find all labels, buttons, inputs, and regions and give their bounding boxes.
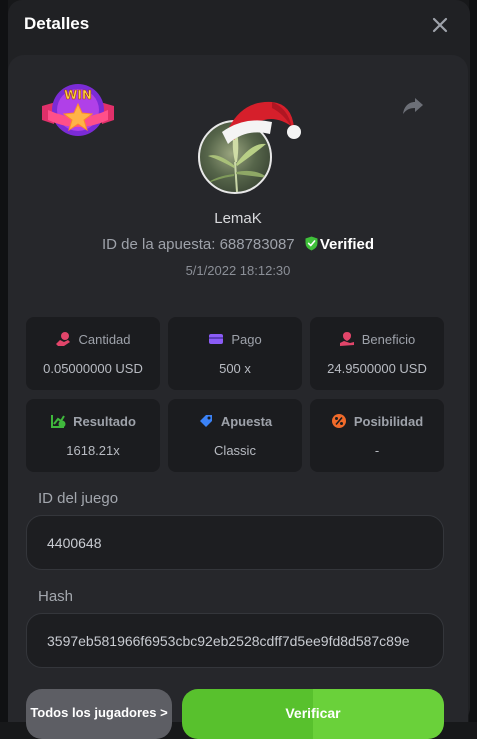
hash-value: 3597eb581966f6953cbc92eb2528cdff7d5ee9fd… <box>47 633 410 649</box>
stat-pago: Pago 500 x <box>168 317 302 390</box>
bet-details-card: WIN LemaK ID de la apuesta: 688783087 Ve… <box>8 55 468 739</box>
all-players-label: Todos los jugadores > <box>30 705 168 720</box>
background-app-left <box>0 0 8 722</box>
username: LemaK <box>214 210 262 227</box>
stat-cantidad: Cantidad 0.05000000 USD <box>26 317 160 390</box>
verified-shield-icon <box>305 236 318 251</box>
hash-field[interactable]: 3597eb581966f6953cbc92eb2528cdff7d5ee9fd… <box>26 613 444 668</box>
percent-icon <box>331 414 346 428</box>
bet-id-label: ID de la apuesta: <box>101 236 216 253</box>
chart-check-icon <box>51 415 66 428</box>
stat-beneficio-header: Beneficio <box>310 331 444 347</box>
stat-posibilidad-value: - <box>374 443 380 458</box>
stat-apuesta-header: Apuesta <box>168 413 302 429</box>
game-id-label: ID del juego <box>38 490 119 507</box>
hash-label: Hash <box>38 588 74 605</box>
close-icon[interactable] <box>431 16 449 34</box>
stat-beneficio-value: 24.9500000 USD <box>327 361 427 376</box>
stat-apuesta-value: Classic <box>214 443 256 458</box>
stat-pago-header: Pago <box>168 331 302 347</box>
stat-cantidad-label: Cantidad <box>78 332 131 347</box>
stat-resultado-label: Resultado <box>73 414 136 429</box>
stat-posibilidad-header: Posibilidad <box>310 413 444 429</box>
share-icon[interactable] <box>401 93 425 117</box>
game-id-field[interactable]: 4400648 <box>26 515 444 570</box>
details-dialog: Detalles WIN LemaK ID de la apuesta: 688… <box>8 0 470 739</box>
stat-apuesta-label: Apuesta <box>220 414 273 429</box>
win-badge-icon: WIN <box>42 84 114 136</box>
bet-id-value: 688783087 <box>219 236 295 253</box>
stat-posibilidad-label: Posibilidad <box>353 414 424 429</box>
verified-label: Verified <box>319 236 375 253</box>
stat-apuesta: Apuesta Classic <box>168 399 302 472</box>
win-badge-text: WIN <box>64 88 92 102</box>
coin-hand-icon <box>56 332 71 346</box>
stat-posibilidad: Posibilidad - <box>310 399 444 472</box>
stat-resultado: Resultado 1618.21x <box>26 399 160 472</box>
stat-cantidad-header: Cantidad <box>26 331 160 347</box>
bet-id-row: ID de la apuesta: 688783087 Verified <box>8 236 468 253</box>
bet-date: 5/1/2022 18:12:30 <box>185 263 291 278</box>
stat-resultado-value: 1618.21x <box>66 443 120 458</box>
santa-hat-icon <box>222 101 301 144</box>
stat-beneficio: Beneficio 24.9500000 USD <box>310 317 444 390</box>
stat-pago-label: Pago <box>231 332 262 347</box>
stat-beneficio-label: Beneficio <box>361 332 416 347</box>
card-icon <box>209 334 224 344</box>
profit-hand-icon <box>339 332 354 346</box>
dialog-title: Detalles <box>24 14 90 33</box>
stat-resultado-header: Resultado <box>26 413 160 429</box>
stat-cantidad-value: 0.05000000 USD <box>43 361 143 376</box>
verify-button[interactable]: Verificar <box>182 689 444 739</box>
background-app-right <box>469 0 477 722</box>
all-players-button[interactable]: Todos los jugadores > <box>26 689 172 739</box>
verify-label: Verificar <box>285 705 341 721</box>
stat-pago-value: 500 x <box>219 361 251 376</box>
ticket-icon <box>199 415 212 427</box>
game-id-value: 4400648 <box>47 535 102 551</box>
